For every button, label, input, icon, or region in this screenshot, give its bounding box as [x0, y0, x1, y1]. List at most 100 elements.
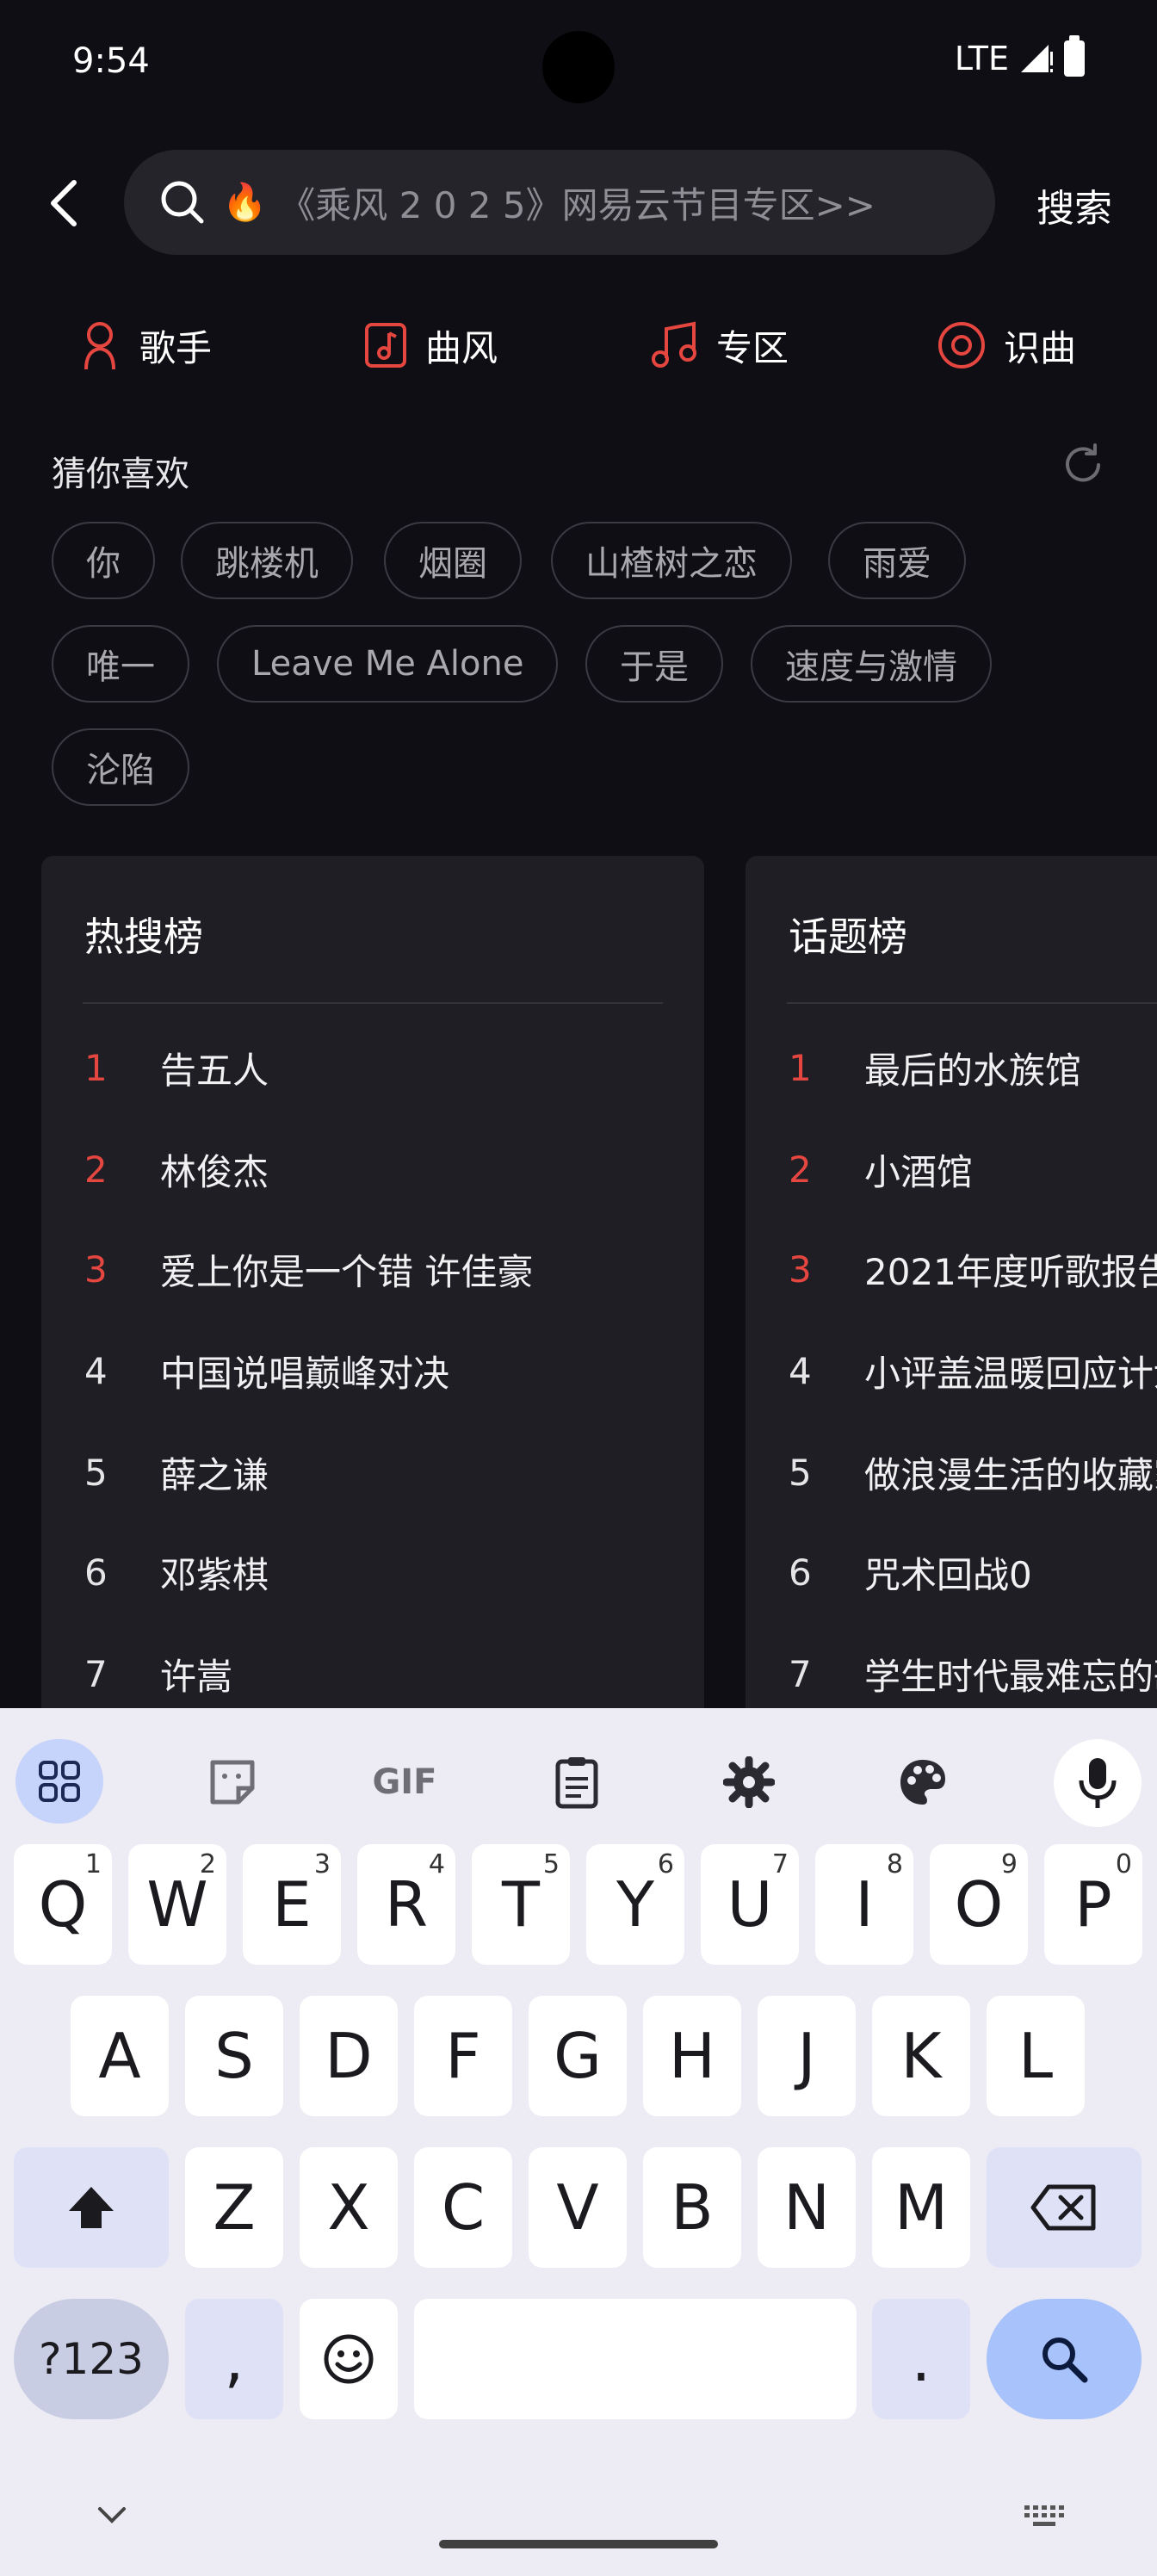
category-recognize[interactable]: 识曲	[937, 315, 1076, 375]
key-label: Y	[616, 1868, 654, 1941]
rank-row[interactable]: 2 林俊杰	[84, 1143, 269, 1195]
rank-text: 中国说唱巅峰对决	[160, 1352, 450, 1395]
search-icon	[161, 181, 204, 224]
key-t[interactable]: T5	[472, 1844, 570, 1965]
rank-row[interactable]: 4 小评盖温暖回应计划	[789, 1345, 1157, 1396]
rank-row[interactable]: 3 爱上你是一个错 许佳豪	[84, 1243, 533, 1295]
keyboard-switch-button[interactable]	[1023, 2504, 1067, 2533]
key-i[interactable]: I8	[815, 1844, 913, 1965]
suggestion-chip[interactable]: 于是	[585, 625, 723, 703]
suggestion-chip[interactable]: 烟圈	[384, 522, 522, 599]
hide-keyboard-button[interactable]	[96, 2505, 127, 2530]
rank-row[interactable]: 6 咒术回战0	[789, 1546, 1032, 1598]
key-n[interactable]: N	[758, 2147, 856, 2268]
rank-row[interactable]: 2 小酒馆	[789, 1143, 973, 1195]
key-h[interactable]: H	[643, 1996, 741, 2116]
suggestion-chip[interactable]: 山楂树之恋	[551, 522, 792, 599]
emoji-key[interactable]	[300, 2299, 398, 2419]
rank-row[interactable]: 5 做浪漫生活的收藏家	[789, 1446, 1157, 1498]
rank-text: 许嵩	[160, 1655, 233, 1698]
space-key[interactable]	[414, 2299, 857, 2419]
key-m[interactable]: M	[872, 2147, 970, 2268]
comma-key[interactable]: ,	[185, 2299, 283, 2419]
key-w[interactable]: W2	[128, 1844, 226, 1965]
key-x[interactable]: X	[300, 2147, 398, 2268]
suggestion-chip[interactable]: 唯一	[52, 625, 189, 703]
key-q[interactable]: Q1	[14, 1844, 112, 1965]
theme-button[interactable]	[880, 1739, 966, 1825]
suggestion-chip[interactable]: 雨爱	[828, 522, 966, 599]
period-key[interactable]: .	[872, 2299, 970, 2419]
rank-row[interactable]: 7 许嵩	[84, 1648, 232, 1700]
sticker-icon	[210, 1760, 255, 1805]
suggestion-chip[interactable]: Leave Me Alone	[217, 625, 559, 703]
key-c[interactable]: C	[414, 2147, 512, 2268]
palette-icon	[900, 1760, 945, 1805]
key-a[interactable]: A	[71, 1996, 169, 2116]
apps-grid-button[interactable]	[15, 1739, 103, 1824]
key-b[interactable]: B	[643, 2147, 741, 2268]
key-o[interactable]: O9	[930, 1844, 1028, 1965]
rank-row[interactable]: 4 中国说唱巅峰对决	[84, 1345, 449, 1396]
key-u[interactable]: U7	[701, 1844, 799, 1965]
search-action-key[interactable]	[987, 2299, 1142, 2419]
key-hint: 8	[886, 1849, 903, 1879]
key-f[interactable]: F	[414, 1996, 512, 2116]
settings-button[interactable]	[706, 1739, 792, 1825]
key-k[interactable]: K	[872, 1996, 970, 2116]
music-style-icon	[365, 323, 406, 368]
chevron-down-icon	[98, 2507, 126, 2523]
key-g[interactable]: G	[529, 1996, 627, 2116]
rank-row[interactable]: 7 学生时代最难忘的歌	[789, 1648, 1157, 1700]
key-d[interactable]: D	[300, 1996, 398, 2116]
gif-button[interactable]: GIF	[362, 1739, 448, 1825]
suggestion-chip[interactable]: 速度与激情	[751, 625, 992, 703]
gesture-nav-bar[interactable]	[439, 2540, 718, 2548]
key-z[interactable]: Z	[185, 2147, 283, 2268]
key-y[interactable]: Y6	[586, 1844, 684, 1965]
rank-row[interactable]: 5 薛之谦	[84, 1446, 269, 1498]
category-singer[interactable]: 歌手	[77, 315, 212, 375]
category-label: 识曲	[1004, 326, 1077, 369]
apps-grid-icon	[39, 1761, 80, 1802]
rank-row[interactable]: 1 告五人	[84, 1042, 269, 1093]
microphone-icon	[1079, 1758, 1117, 1808]
voice-input-button[interactable]	[1054, 1739, 1142, 1827]
category-style[interactable]: 曲风	[363, 315, 498, 375]
key-v[interactable]: V	[529, 2147, 627, 2268]
search-button[interactable]: 搜索	[1036, 177, 1112, 232]
backspace-key[interactable]	[987, 2147, 1142, 2268]
key-hint: 2	[199, 1849, 216, 1879]
suggestion-chip[interactable]: 沦陷	[52, 728, 189, 806]
key-p[interactable]: P0	[1044, 1844, 1142, 1965]
symbols-key[interactable]: ?123	[14, 2299, 169, 2419]
hot-search-card: 热搜榜 1 告五人 2 林俊杰 3 爱上你是一个错 许佳豪 4 中国说唱巅峰对决 5 薛之…	[41, 856, 704, 1734]
rank-number: 2	[84, 1148, 108, 1191]
keyboard-icon	[1024, 2505, 1064, 2526]
key-j[interactable]: J	[758, 1996, 856, 2116]
sticker-button[interactable]	[189, 1739, 275, 1825]
back-button[interactable]	[38, 169, 90, 238]
suggestion-chip[interactable]: 你	[52, 522, 155, 599]
clipboard-button[interactable]	[534, 1739, 620, 1825]
key-e[interactable]: E3	[243, 1844, 341, 1965]
category-zone[interactable]: 专区	[649, 315, 789, 375]
soft-keyboard: GIF Q1 W2 E3 R4 T 5 Y 6 U 7 I 8 O 9 P 0 …	[0, 1708, 1157, 2576]
key-l[interactable]: L	[987, 1996, 1085, 2116]
shift-key[interactable]	[14, 2147, 169, 2268]
key-r[interactable]: R4	[357, 1844, 455, 1965]
back-arrow-icon	[51, 180, 77, 226]
search-input[interactable]: 🔥 《乘风 2 0 2 5》网易云节目专区>>	[124, 150, 995, 255]
backspace-icon	[1030, 2184, 1096, 2231]
rank-number: 1	[789, 1046, 812, 1089]
key-label: P	[1074, 1868, 1112, 1941]
rank-row[interactable]: 6 邓紫棋	[84, 1546, 269, 1598]
rank-row[interactable]: 1 最后的水族馆	[789, 1042, 1081, 1093]
key-label: U	[727, 1868, 773, 1941]
suggestion-chip[interactable]: 跳楼机	[181, 522, 353, 599]
rank-row[interactable]: 3 2021年度听歌报告	[789, 1243, 1157, 1295]
key-s[interactable]: S	[185, 1996, 283, 2116]
guess-section-title: 猜你喜欢	[52, 455, 189, 494]
refresh-icon[interactable]	[1061, 443, 1105, 487]
card-divider	[787, 1002, 1157, 1004]
